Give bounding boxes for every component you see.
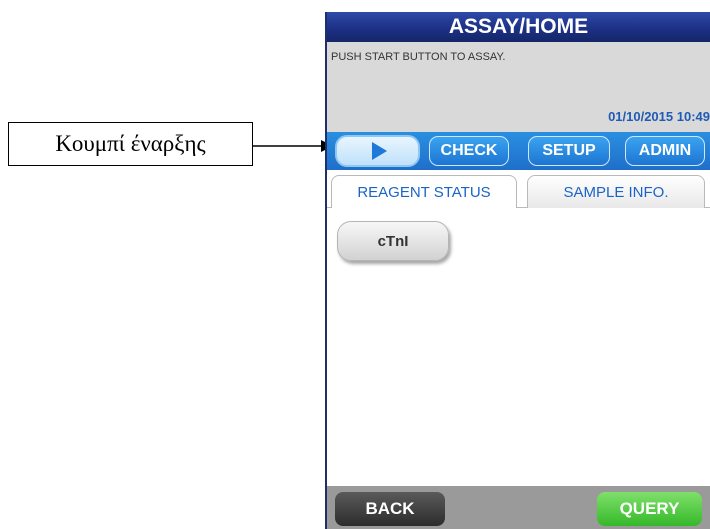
back-button[interactable]: BACK	[335, 492, 445, 526]
query-label: QUERY	[619, 499, 680, 518]
admin-button[interactable]: ADMIN	[625, 136, 705, 166]
setup-button[interactable]: SETUP	[528, 136, 610, 166]
setup-label: SETUP	[542, 142, 596, 159]
callout-arrow	[253, 140, 333, 152]
screen-title: ASSAY/HOME	[327, 12, 710, 42]
reagent-panel: cTnI	[327, 208, 710, 486]
callout-label: Κουμπί έναρξης	[55, 131, 206, 156]
start-button-callout: Κουμπί έναρξης	[8, 122, 253, 166]
analyzer-screen: ASSAY/HOME PUSH START BUTTON TO ASSAY. 0…	[325, 12, 710, 529]
reagent-label: cTnI	[377, 232, 409, 250]
admin-label: ADMIN	[638, 142, 692, 159]
message-area: PUSH START BUTTON TO ASSAY. 01/10/2015 1…	[327, 42, 710, 132]
start-button[interactable]	[335, 135, 420, 167]
back-label: BACK	[365, 499, 415, 518]
reagent-button-ctni[interactable]: cTnI	[337, 221, 449, 261]
check-button[interactable]: CHECK	[429, 136, 509, 166]
date-time: 01/10/2015 10:49	[608, 109, 710, 124]
tab-sample-info-label: SAMPLE INFO.	[563, 183, 669, 201]
nav-bar: CHECK SETUP ADMIN	[327, 132, 710, 170]
tab-bar: REAGENT STATUS SAMPLE INFO.	[327, 170, 710, 208]
query-button[interactable]: QUERY	[597, 492, 702, 526]
tab-reagent-status-label: REAGENT STATUS	[357, 183, 491, 201]
tab-reagent-status[interactable]: REAGENT STATUS	[331, 175, 517, 208]
play-icon	[371, 142, 387, 160]
check-label: CHECK	[440, 142, 498, 159]
status-message: PUSH START BUTTON TO ASSAY.	[331, 51, 506, 63]
footer-bar: BACK QUERY	[327, 486, 710, 529]
tab-sample-info[interactable]: SAMPLE INFO.	[527, 175, 705, 208]
